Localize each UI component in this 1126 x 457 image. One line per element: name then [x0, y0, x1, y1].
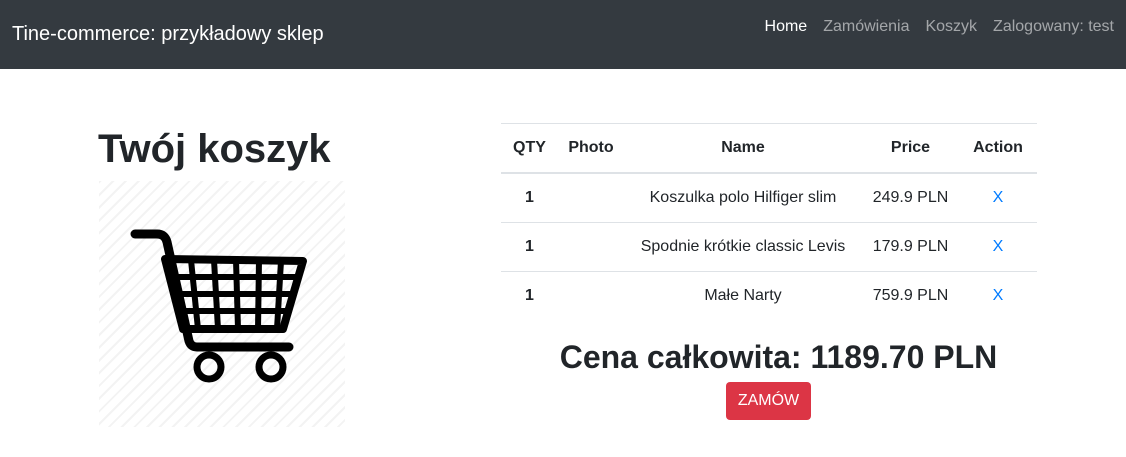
row-qty: 1 [525, 287, 534, 304]
nav-links: Home Zamówienia Koszyk Zalogowany: test [765, 16, 1114, 38]
total-price: Cena całkowita: 1189.70 PLN [559, 339, 998, 375]
row-name: Małe Narty [704, 287, 782, 304]
table-row: 1 Spodnie krótkie classic Levis 179.9 PL… [501, 222, 1037, 272]
row-photo [558, 173, 624, 223]
nav-cart[interactable]: Koszyk [925, 16, 977, 38]
nav-home[interactable]: Home [765, 16, 808, 38]
row-qty: 1 [501, 222, 558, 272]
remove-item-button[interactable]: X [993, 189, 1004, 206]
table-header-row: QTY Photo Name Price Action [501, 123, 1037, 174]
remove-item-button[interactable]: X [993, 238, 1004, 255]
row-photo [558, 272, 624, 321]
cart-image [99, 181, 345, 427]
row-photo [558, 222, 624, 272]
order-button[interactable]: ZAMÓW [726, 382, 811, 420]
page-title: Twój koszyk [98, 127, 331, 171]
top-navbar: Tine-commerce: przykładowy sklep Home Za… [0, 0, 1126, 69]
col-qty: QTY [501, 123, 558, 174]
row-price: 179.9 PLN [862, 222, 959, 272]
row-action-cell: X [959, 173, 1037, 223]
col-name: Name [624, 123, 862, 174]
col-price: Price [862, 123, 959, 174]
row-price: 759.9 PLN [872, 287, 949, 304]
brand-link[interactable]: Tine-commerce: przykładowy sklep [12, 21, 324, 47]
row-name: Koszulka polo Hilfiger slim [624, 173, 862, 223]
nav-logged-in-user[interactable]: Zalogowany: test [993, 16, 1114, 38]
row-action-cell: X [959, 222, 1037, 272]
remove-item-button[interactable]: X [993, 287, 1004, 304]
shopping-cart-icon [130, 229, 307, 383]
cart-table: QTY Photo Name Price Action 1 Koszulka p… [501, 123, 1037, 320]
col-photo: Photo [558, 123, 624, 174]
row-qty: 1 [501, 173, 558, 223]
table-row: 1 Koszulka polo Hilfiger slim 249.9 PLN … [501, 173, 1037, 223]
row-price: 249.9 PLN [862, 173, 959, 223]
col-action: Action [959, 123, 1037, 174]
table-row: 1 Małe Narty 759.9 PLN X [501, 272, 1037, 321]
row-name: Spodnie krótkie classic Levis [624, 222, 862, 272]
row-action-cell: X [959, 272, 1037, 321]
nav-orders[interactable]: Zamówienia [823, 16, 909, 38]
